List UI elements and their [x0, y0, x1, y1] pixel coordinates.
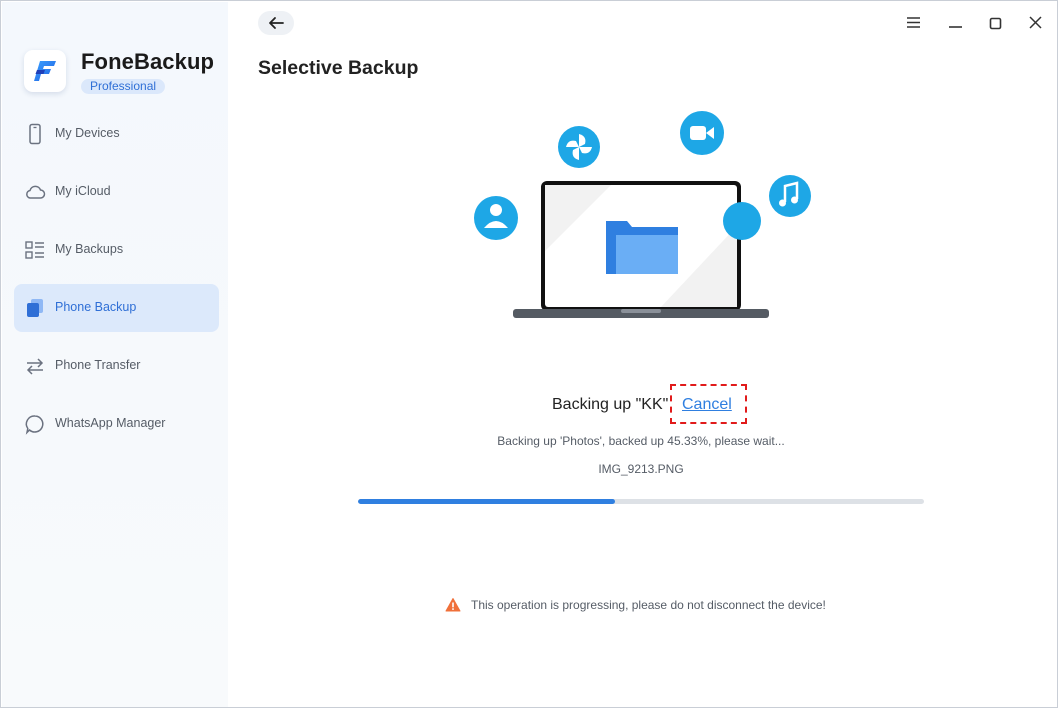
warning-text: This operation is progressing, please do… [471, 598, 826, 612]
sidebar: FoneBackup Professional My Devices My iC… [2, 2, 228, 707]
phone-icon [24, 123, 46, 145]
contact-bubble-icon [474, 196, 518, 240]
music-bubble-icon [769, 175, 811, 217]
backing-up-label: Backing up "KK" [552, 396, 669, 413]
sidebar-item-label: My iCloud [55, 184, 111, 198]
app-window: FoneBackup Professional My Devices My iC… [0, 0, 1058, 708]
list-icon [24, 239, 46, 261]
current-file-name: IMG_9213.PNG [598, 462, 684, 476]
maximize-button[interactable] [986, 13, 1006, 33]
sidebar-item-phone-backup[interactable]: Phone Backup [14, 284, 219, 332]
sidebar-item-label: Phone Transfer [55, 358, 141, 372]
video-bubble-icon [680, 111, 724, 155]
cancel-link[interactable]: Cancel [682, 396, 732, 414]
sidebar-item-my-icloud[interactable]: My iCloud [14, 168, 219, 216]
sidebar-nav: My Devices My iCloud My Backups Phone Ba… [14, 110, 219, 458]
sidebar-item-whatsapp-manager[interactable]: WhatsApp Manager [14, 400, 219, 448]
back-button[interactable] [258, 11, 294, 35]
edition-badge: Professional [81, 79, 166, 94]
chat-bubble-icon [24, 413, 46, 435]
data-bubble-icon [723, 202, 761, 240]
app-logo [24, 50, 66, 92]
progress-text: Backing up 'Photos', backed up 45.33%, p… [497, 434, 785, 448]
page-title: Selective Backup [258, 57, 419, 79]
transfer-arrows-icon [24, 355, 46, 377]
sidebar-item-label: My Backups [55, 242, 124, 256]
laptop-illustration [513, 181, 769, 318]
sidebar-item-my-backups[interactable]: My Backups [14, 226, 219, 274]
app-name: FoneBackup [81, 49, 215, 74]
sidebar-item-label: Phone Backup [55, 300, 137, 314]
progress-bar [358, 499, 924, 504]
sidebar-item-label: My Devices [55, 126, 120, 140]
sidebar-item-phone-transfer[interactable]: Phone Transfer [14, 342, 219, 390]
progress-bar-fill [358, 499, 615, 504]
menu-button[interactable] [904, 13, 924, 33]
backup-illustration [461, 106, 821, 326]
minimize-button[interactable] [946, 13, 966, 33]
cloud-icon [24, 181, 46, 203]
photos-bubble-icon [558, 126, 600, 168]
sidebar-item-my-devices[interactable]: My Devices [14, 110, 219, 158]
close-button[interactable] [1026, 13, 1046, 33]
phone-backup-icon [24, 297, 46, 319]
sidebar-item-label: WhatsApp Manager [55, 416, 166, 430]
